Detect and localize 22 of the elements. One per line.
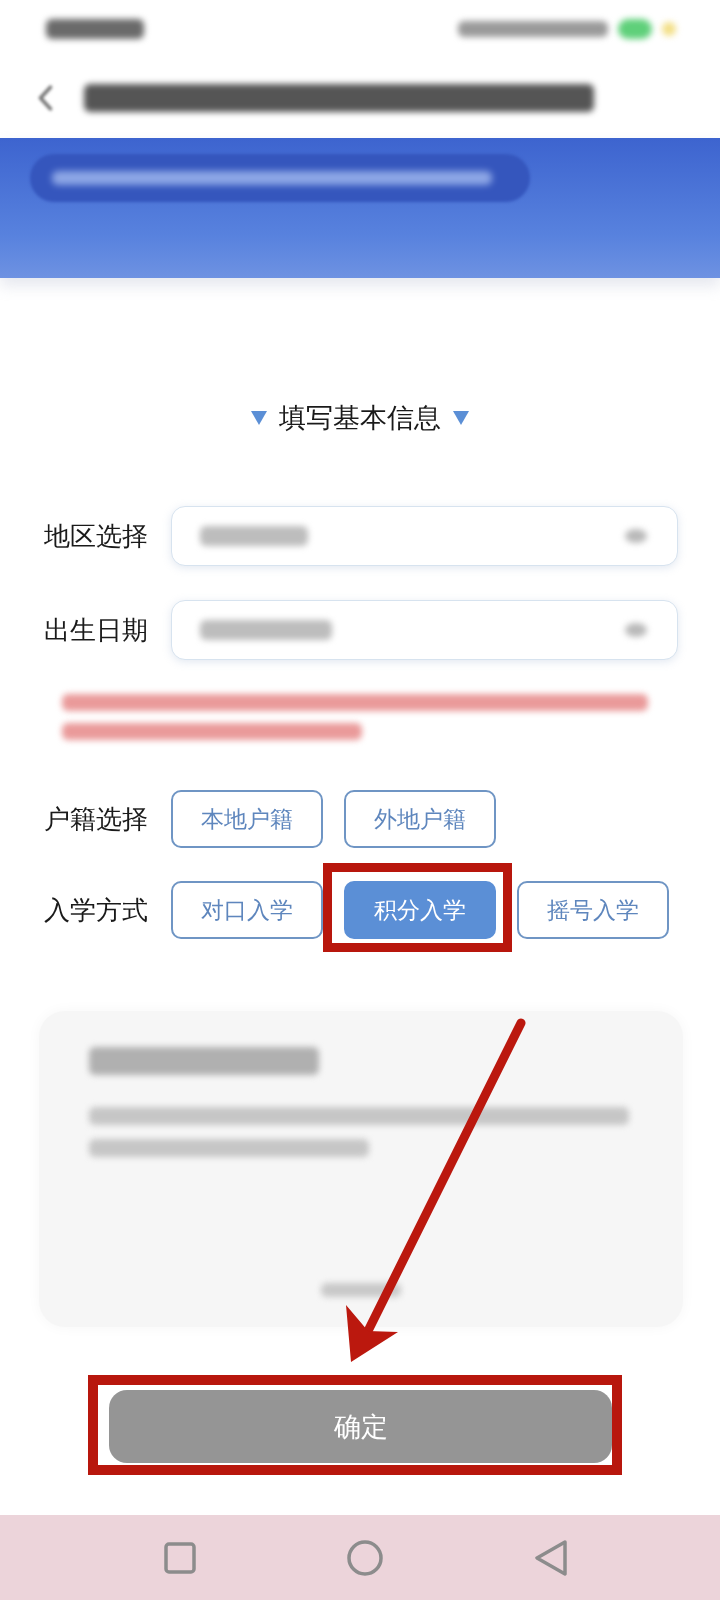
triangle-icon <box>251 411 267 425</box>
option-button[interactable]: 本地户籍 <box>171 790 323 848</box>
field-label: 地区选择 <box>44 520 149 553</box>
triangle-icon <box>453 411 469 425</box>
field-label: 出生日期 <box>44 614 149 647</box>
status-dot-icon <box>662 22 676 36</box>
select-field[interactable] <box>171 506 678 566</box>
blurred-caret-icon <box>625 623 647 637</box>
option-button[interactable]: 积分入学 <box>344 881 496 939</box>
section-title: 填写基本信息 <box>279 401 441 435</box>
option-button[interactable]: 对口入学 <box>171 881 323 939</box>
select-field[interactable] <box>171 600 678 660</box>
square-icon[interactable] <box>164 1541 196 1574</box>
group-label: 户籍选择 <box>44 803 149 836</box>
back-icon[interactable] <box>36 84 54 112</box>
group-label: 入学方式 <box>44 894 149 927</box>
back-triangle-icon[interactable] <box>534 1539 568 1576</box>
option-button[interactable]: 摇号入学 <box>517 881 669 939</box>
blurred-caret-icon <box>625 529 647 543</box>
option-button[interactable]: 外地户籍 <box>344 790 496 848</box>
home-circle-icon[interactable] <box>347 1539 383 1576</box>
battery-icon <box>618 19 652 39</box>
